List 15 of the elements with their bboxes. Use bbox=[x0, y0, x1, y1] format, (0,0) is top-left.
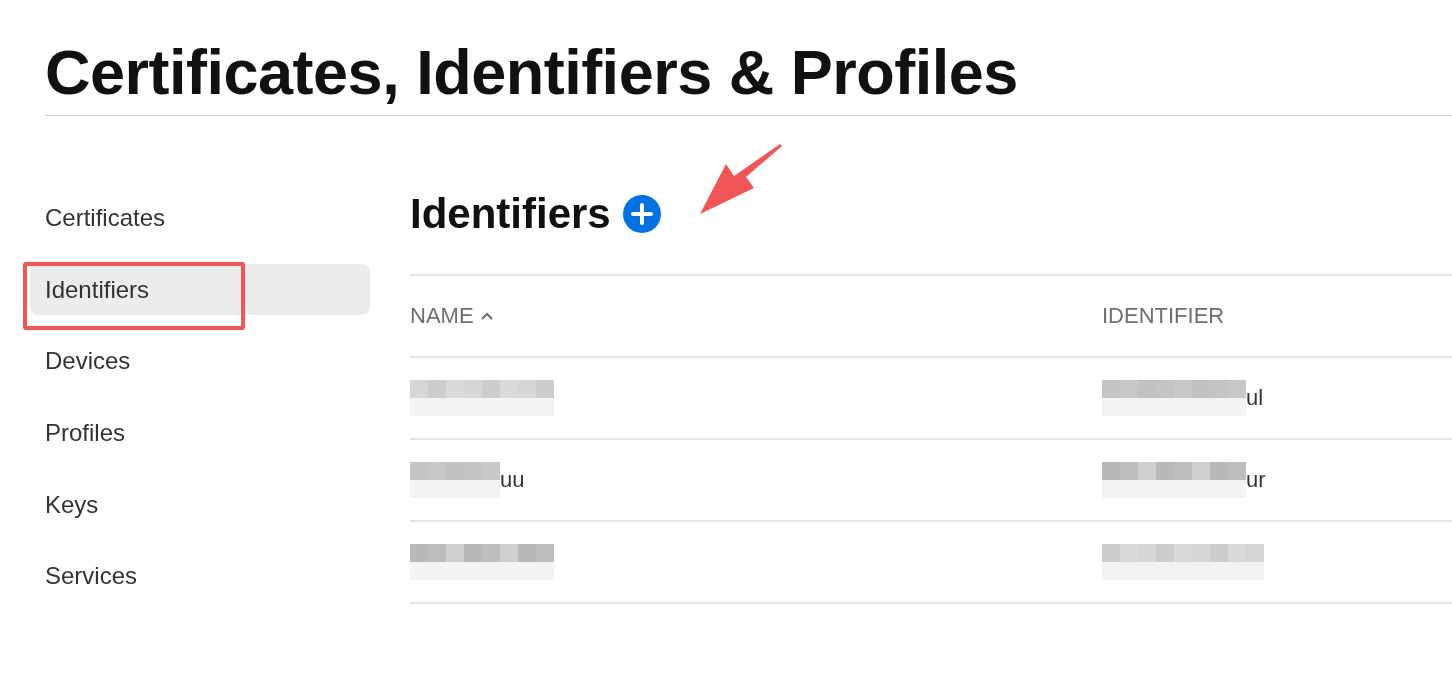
sidebar-item[interactable]: Keys bbox=[30, 478, 370, 531]
sidebar-item[interactable]: Devices bbox=[30, 335, 370, 388]
add-icon[interactable] bbox=[622, 195, 661, 234]
column-header[interactable]: IDENTIFIER bbox=[1102, 299, 1225, 333]
sidebar-item[interactable]: Identifiers bbox=[30, 263, 370, 316]
sidebar-item[interactable]: Certificates bbox=[30, 192, 370, 244]
sort-caret-icon[interactable] bbox=[479, 310, 494, 321]
section-title: Identifiers bbox=[410, 189, 611, 240]
cell-text: ul bbox=[1246, 384, 1264, 413]
sidebar-item[interactable]: Profiles bbox=[30, 407, 370, 459]
column-header[interactable]: NAME bbox=[410, 299, 474, 333]
sidebar-item[interactable]: Services bbox=[30, 550, 370, 602]
cell-text: uu bbox=[500, 466, 525, 495]
page-title: Certificates, Identifiers & Profiles bbox=[45, 38, 1019, 108]
cell-text: ur bbox=[1246, 466, 1266, 495]
